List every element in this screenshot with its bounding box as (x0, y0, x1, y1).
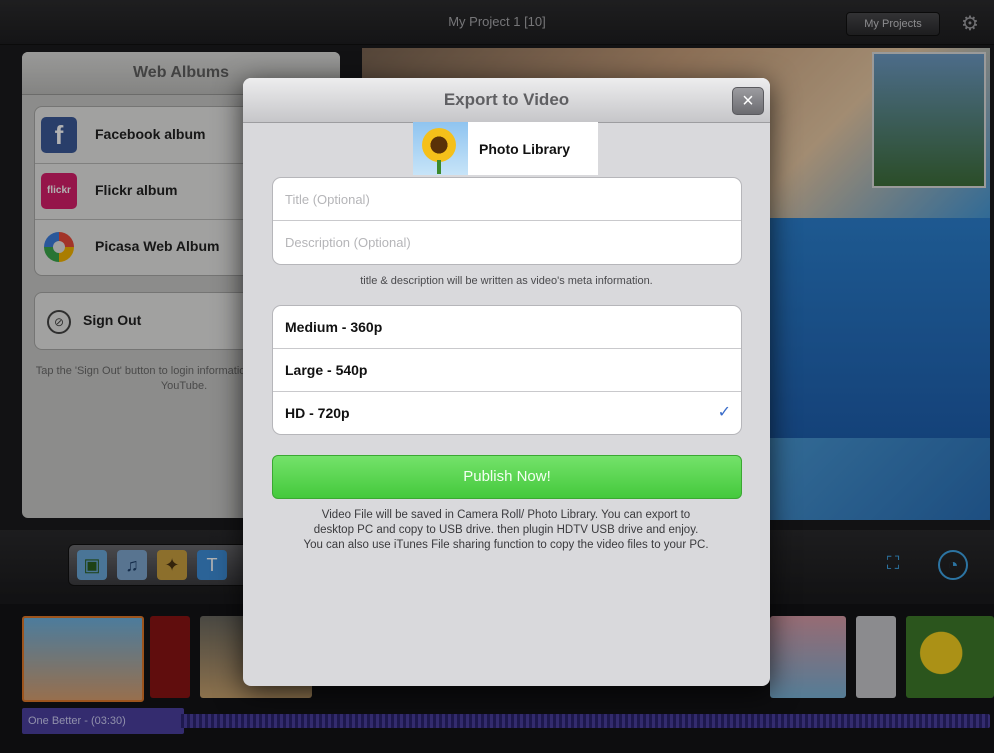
export-info-text: Video File will be saved in Camera Roll/… (301, 508, 711, 553)
resolution-option-large[interactable]: Large - 540p (273, 348, 741, 391)
dialog-title: Export to Video (443, 90, 570, 109)
publish-now-button[interactable]: Publish Now! (272, 455, 742, 499)
resolution-label: Large - 540p (285, 362, 368, 378)
meta-info-note: title & description will be written as v… (360, 275, 653, 287)
close-button[interactable]: × (732, 87, 764, 115)
title-input[interactable] (273, 178, 741, 220)
resolution-label: HD - 720p (285, 405, 350, 421)
resolution-option-hd[interactable]: HD - 720p ✓ (273, 391, 741, 434)
sunflower-icon (413, 122, 468, 175)
export-to-video-dialog: Export to Video × Photo Library title & … (243, 78, 770, 686)
destination-label: Photo Library (479, 141, 571, 157)
resolution-label: Medium - 360p (285, 319, 383, 335)
dialog-header: Export to Video × (243, 78, 770, 123)
export-info-line-2: You can also use iTunes File sharing fun… (303, 539, 709, 551)
resolution-list: Medium - 360p Large - 540p HD - 720p ✓ (272, 305, 742, 435)
photo-library-destination[interactable]: Photo Library (413, 122, 598, 175)
metadata-fields (272, 177, 742, 265)
export-info-line-1: Video File will be saved in Camera Roll/… (313, 509, 699, 536)
resolution-option-medium[interactable]: Medium - 360p (273, 306, 741, 348)
description-input[interactable] (273, 221, 741, 263)
checkmark-icon: ✓ (717, 404, 731, 421)
